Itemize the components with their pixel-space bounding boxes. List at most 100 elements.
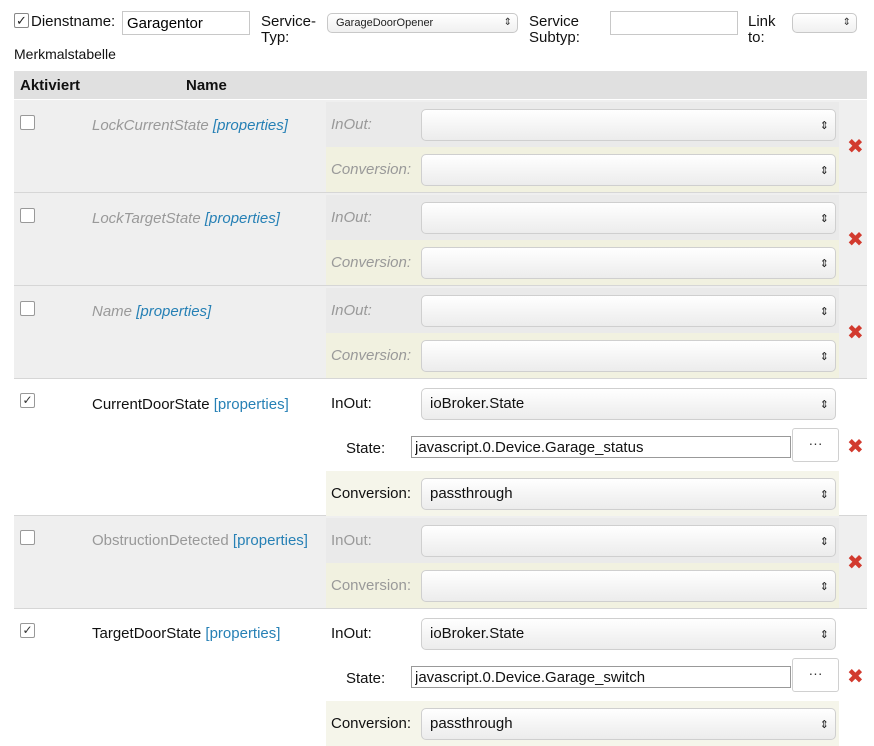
inout-label: InOut: [331,395,372,412]
conversion-value: passthrough [430,485,513,502]
select-arrows-icon: ⇕ [819,258,829,270]
link-label-2: to: [748,29,765,46]
properties-link[interactable]: [properties] [205,210,280,227]
table-row: ObstructionDetected [properties] InOut: … [14,516,867,609]
service-typ-value: GarageDoorOpener [336,17,434,29]
inout-select[interactable]: ⇕ [421,109,836,141]
row-enabled-checkbox[interactable] [20,530,35,545]
state-row: State: ··· [326,656,839,701]
characteristic-label: LockTargetState [92,210,201,227]
inout-row: InOut: ⇕ [326,195,839,240]
select-arrows-icon: ⇕ [819,629,829,641]
characteristic-label: TargetDoorState [92,625,202,642]
table-row: Name [properties] InOut: ⇕ Conversion: ⇕… [14,286,867,379]
service-typ-label-1: Service- [261,13,317,30]
link-label-1: Link [748,13,776,30]
col-aktiviert: Aktiviert [20,77,81,94]
conversion-label: Conversion: [331,577,412,594]
inout-label: InOut: [331,302,372,319]
service-enabled-checkbox[interactable]: ✓ [14,13,29,28]
inout-label: InOut: [331,532,372,549]
conversion-select[interactable]: ⇕ [421,340,836,372]
conversion-select[interactable]: passthrough ⇕ [421,708,836,740]
characteristic-name: TargetDoorState [properties] [92,625,280,642]
inout-select[interactable]: ioBroker.State ⇕ [421,618,836,650]
select-arrows-icon: ⇕ [819,306,829,318]
row-enabled-checkbox[interactable]: ✓ [20,393,35,408]
conversion-label: Conversion: [331,161,412,178]
conversion-value: passthrough [430,715,513,732]
select-state-button[interactable]: ··· [792,428,839,462]
inout-value: ioBroker.State [430,625,525,642]
select-arrows-icon: ⇕ [503,17,512,28]
characteristic-label: Name [92,303,133,320]
state-row: State: ··· [326,426,839,471]
select-arrows-icon: ⇕ [819,399,829,411]
row-enabled-checkbox[interactable] [20,115,35,130]
inout-row: InOut: ioBroker.State ⇕ [326,381,839,426]
link-to-select[interactable]: ⇕ [792,13,857,33]
state-input[interactable] [411,666,791,688]
inout-row: InOut: ⇕ [326,518,839,563]
table-row: ✓ TargetDoorState [properties] InOut: io… [14,609,867,746]
properties-link[interactable]: [properties] [213,117,288,134]
delete-icon[interactable]: ✖ [847,323,864,343]
service-typ-label-2: Typ: [261,29,290,46]
conversion-row: Conversion: passthrough ⇕ [326,701,839,746]
row-enabled-checkbox[interactable] [20,301,35,316]
inout-select[interactable]: ⇕ [421,295,836,327]
characteristic-label: CurrentDoorState [92,396,210,413]
service-subtyp-input[interactable] [610,11,738,35]
select-state-button[interactable]: ··· [792,658,839,692]
select-arrows-icon: ⇕ [842,17,851,28]
characteristic-name: LockTargetState [properties] [92,210,280,227]
table-row: ✓ CurrentDoorState [properties] InOut: i… [14,379,867,516]
delete-icon[interactable]: ✖ [847,437,864,457]
table-row: LockCurrentState [properties] InOut: ⇕ C… [14,100,867,193]
properties-link[interactable]: [properties] [233,532,308,549]
select-arrows-icon: ⇕ [819,719,829,731]
row-enabled-checkbox[interactable]: ✓ [20,623,35,638]
table-row: LockTargetState [properties] InOut: ⇕ Co… [14,193,867,286]
select-arrows-icon: ⇕ [819,120,829,132]
inout-select[interactable]: ⇕ [421,525,836,557]
conversion-select[interactable]: ⇕ [421,570,836,602]
properties-link[interactable]: [properties] [214,396,289,413]
conversion-label: Conversion: [331,254,412,271]
inout-label: InOut: [331,209,372,226]
state-label: State: [346,670,386,687]
inout-row: InOut: ⇕ [326,102,839,147]
delete-icon[interactable]: ✖ [847,667,864,687]
col-name: Name [186,77,227,94]
characteristic-name: ObstructionDetected [properties] [92,532,308,549]
select-arrows-icon: ⇕ [819,536,829,548]
properties-link[interactable]: [properties] [205,625,280,642]
merkmalstabelle-label: Merkmalstabelle [14,46,116,62]
conversion-row: Conversion: ⇕ [326,563,839,608]
conversion-select[interactable]: ⇕ [421,154,836,186]
conversion-select[interactable]: ⇕ [421,247,836,279]
service-subtyp-label-2: Subtyp: [529,29,580,46]
inout-value: ioBroker.State [430,395,525,412]
service-header: ✓ Dienstname: Service- Typ: GarageDoorOp… [0,0,874,70]
state-input[interactable] [411,436,791,458]
service-subtyp-label-1: Service [529,13,580,30]
inout-select[interactable]: ioBroker.State ⇕ [421,388,836,420]
state-label: State: [346,440,386,457]
delete-icon[interactable]: ✖ [847,553,864,573]
row-enabled-checkbox[interactable] [20,208,35,223]
select-arrows-icon: ⇕ [819,165,829,177]
inout-select[interactable]: ⇕ [421,202,836,234]
dienstname-input[interactable] [122,11,250,35]
delete-icon[interactable]: ✖ [847,137,864,157]
select-arrows-icon: ⇕ [819,213,829,225]
service-typ-select[interactable]: GarageDoorOpener ⇕ [327,13,518,33]
inout-label: InOut: [331,625,372,642]
conversion-select[interactable]: passthrough ⇕ [421,478,836,510]
properties-link[interactable]: [properties] [136,303,211,320]
table-header: Aktiviert Name [14,71,867,99]
characteristic-name: Name [properties] [92,303,211,320]
characteristic-name: CurrentDoorState [properties] [92,396,289,413]
delete-icon[interactable]: ✖ [847,230,864,250]
conversion-label: Conversion: [331,715,412,732]
